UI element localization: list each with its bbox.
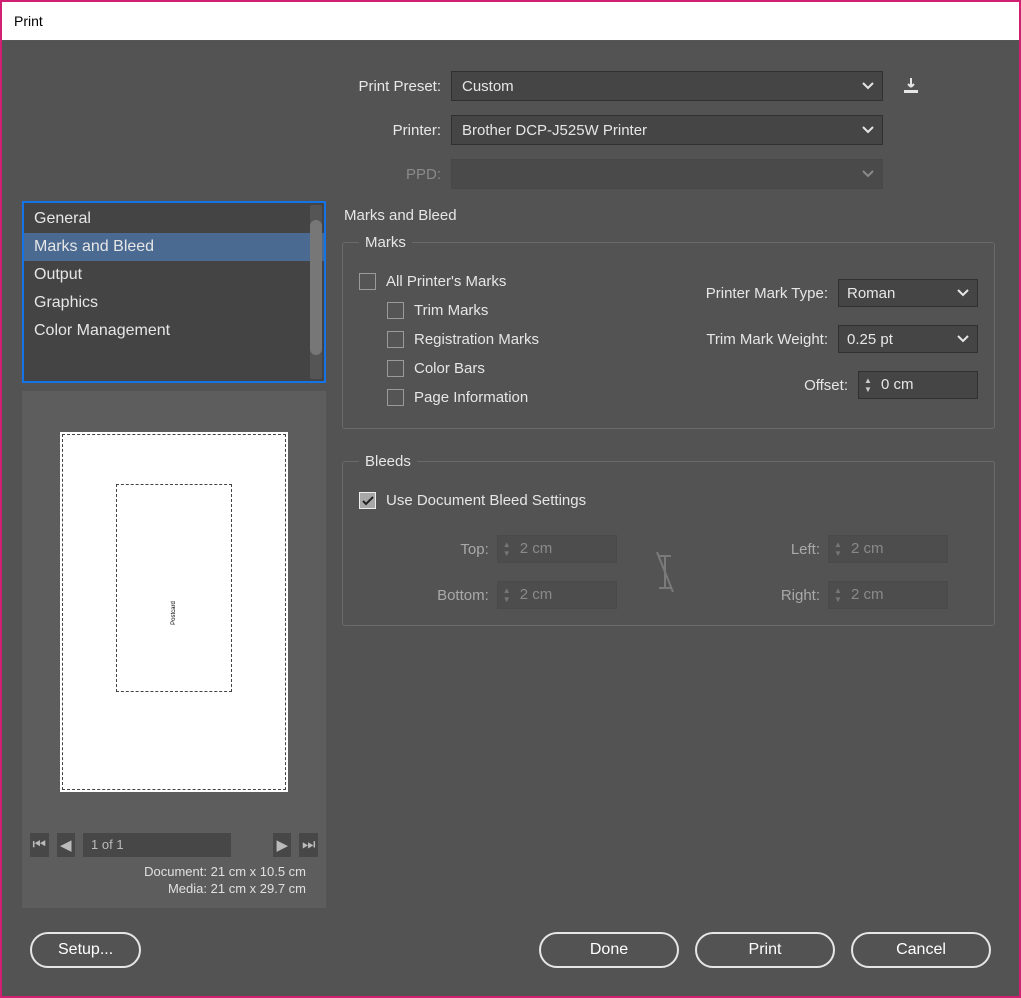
bleed-left-label: Left: [703,541,820,558]
chevron-down-icon [862,82,872,92]
pager: ⏮ ◀ 1 of 1 ▶ ⏭ [30,831,318,859]
printer-mark-type-select[interactable]: Roman [838,279,978,307]
bleed-bottom-stepper: ▲▼2 cm [497,581,617,609]
bleed-bottom-value: 2 cm [516,581,557,609]
cancel-button[interactable]: Cancel [851,932,991,968]
registration-marks-label: Registration Marks [414,331,539,348]
save-preset-icon[interactable] [901,76,921,96]
trim-marks-label: Trim Marks [414,302,488,319]
registration-marks-checkbox[interactable] [387,331,404,348]
bleed-right-label: Right: [703,587,820,604]
page-preview: Postcard [60,432,288,792]
use-document-bleed-label: Use Document Bleed Settings [386,492,586,509]
bleed-right-stepper: ▲▼2 cm [828,581,948,609]
print-preset-label: Print Preset: [46,78,441,95]
page-information-label: Page Information [414,389,528,406]
page-information-checkbox[interactable] [387,389,404,406]
printer-select[interactable]: Brother DCP-J525W Printer [451,115,883,145]
category-item[interactable]: General [24,205,324,233]
printer-mark-type-label: Printer Mark Type: [706,285,828,302]
chevron-down-icon [957,289,969,297]
trim-mark-weight-select[interactable]: 0.25 pt [838,325,978,353]
category-list[interactable]: GeneralMarks and BleedOutputGraphicsColo… [22,201,326,383]
bleeds-fieldset: Bleeds Use Document Bleed Settings Top: … [342,453,995,626]
setup-button[interactable]: Setup... [30,932,141,968]
chevron-down-icon [957,335,969,343]
media-size-value: 21 cm x 29.7 cm [211,881,306,896]
trim-mark-weight-label: Trim Mark Weight: [706,331,828,348]
chevron-down-icon [862,126,872,136]
bleed-bottom-label: Bottom: [359,587,489,604]
document-size-value: 21 cm x 10.5 cm [211,864,306,879]
bleed-right-value: 2 cm [847,581,888,609]
prev-page-button[interactable]: ◀ [57,833,76,857]
dialog-title: Print [2,2,1019,41]
print-preset-value: Custom [462,78,514,95]
panel-title: Marks and Bleed [342,201,995,234]
printer-mark-type-value: Roman [847,285,895,302]
use-document-bleed-checkbox[interactable] [359,492,376,509]
stepper-arrows-icon[interactable]: ▲▼ [859,376,877,394]
category-item[interactable]: Marks and Bleed [24,233,324,261]
trim-mark-weight-value: 0.25 pt [847,331,893,348]
preview-thumbnail-text: Postcard [171,601,177,625]
media-size-label: Media: [121,880,207,898]
bleed-left-stepper: ▲▼2 cm [828,535,948,563]
marks-fieldset: Marks All Printer's Marks Trim Marks Reg… [342,234,995,429]
category-item[interactable]: Graphics [24,289,324,317]
all-printers-marks-checkbox[interactable] [359,273,376,290]
bleeds-legend: Bleeds [359,453,417,470]
all-printers-marks-label: All Printer's Marks [386,273,506,290]
done-button[interactable]: Done [539,932,679,968]
category-item[interactable]: Output [24,261,324,289]
document-size-label: Document: [121,863,207,881]
bleed-top-stepper: ▲▼2 cm [497,535,617,563]
marks-legend: Marks [359,234,412,251]
top-form: Print Preset: Custom Printer: Brother DC… [2,41,1019,201]
offset-label: Offset: [804,377,848,394]
next-page-button[interactable]: ▶ [273,833,292,857]
link-icon [655,550,695,594]
print-dialog: Print Print Preset: Custom Printer: Brot… [0,0,1021,998]
printer-value: Brother DCP-J525W Printer [462,122,647,139]
bleed-top-label: Top: [359,541,489,558]
print-button[interactable]: Print [695,932,835,968]
color-bars-checkbox[interactable] [387,360,404,377]
offset-value: 0 cm [877,371,918,399]
print-preset-select[interactable]: Custom [451,71,883,101]
category-item[interactable]: Color Management [24,317,324,345]
color-bars-label: Color Bars [414,360,485,377]
trim-marks-checkbox[interactable] [387,302,404,319]
ppd-select [451,159,883,189]
first-page-button[interactable]: ⏮ [30,833,49,857]
last-page-button[interactable]: ⏭ [299,833,318,857]
ppd-label: PPD: [46,166,441,183]
bleed-top-value: 2 cm [516,535,557,563]
preview-panel: Postcard ⏮ ◀ 1 of 1 ▶ ⏭ Document: 21 cm … [22,391,326,908]
bleed-left-value: 2 cm [847,535,888,563]
chevron-down-icon [862,170,872,180]
offset-stepper[interactable]: ▲▼ 0 cm [858,371,978,399]
printer-label: Printer: [46,122,441,139]
scrollbar-thumb[interactable] [310,205,322,379]
page-indicator[interactable]: 1 of 1 [83,833,231,857]
